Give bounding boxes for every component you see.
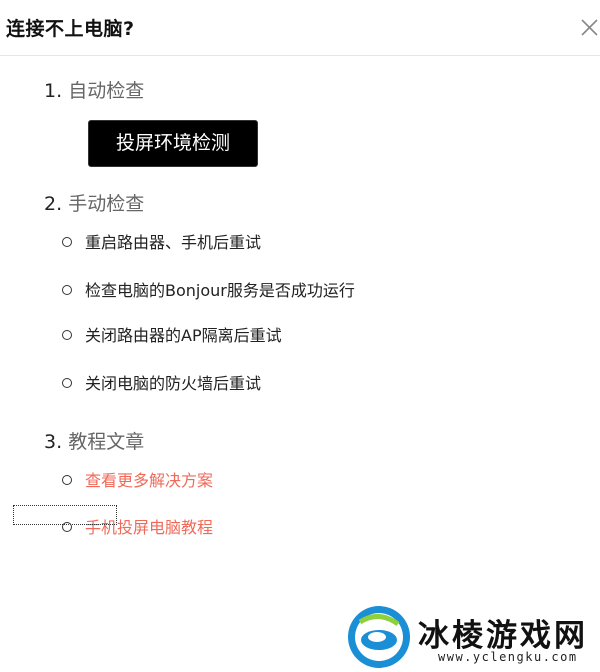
bullet-circle-icon (62, 330, 72, 340)
bullet-circle-icon (62, 285, 72, 295)
focus-outline (13, 505, 117, 525)
connection-help-dialog: 连接不上电脑? 1. 自动检查 投屏环境检测 2. 手动检查 重启路由器、手机后… (0, 0, 600, 672)
bullet-circle-icon (62, 475, 72, 485)
list-item-text: 关闭路由器的AP隔离后重试 (85, 326, 282, 345)
section-label: 自动检查 (68, 80, 145, 102)
section-number: 1. (44, 80, 63, 102)
section-manual-check-title: 2. 手动检查 (44, 189, 144, 216)
list-item-text: 重启路由器、手机后重试 (85, 233, 262, 252)
dialog-header: 连接不上电脑? (0, 0, 600, 56)
list-item-text: 关闭电脑的防火墙后重试 (85, 374, 262, 393)
section-label: 教程文章 (68, 431, 145, 453)
ice-logo-icon (348, 606, 410, 668)
watermark-url: www.yclengku.com (438, 650, 578, 664)
bullet-circle-icon (62, 237, 72, 247)
section-number: 2. (44, 193, 63, 215)
section-label: 手动检查 (68, 193, 145, 215)
list-item-text: 检查电脑的Bonjour服务是否成功运行 (85, 281, 355, 300)
environment-check-button[interactable]: 投屏环境检测 (88, 120, 258, 167)
section-tutorial-title: 3. 教程文章 (44, 427, 144, 454)
watermark: 冰棱游戏网 www.yclengku.com (346, 604, 596, 670)
more-solutions-link[interactable]: 查看更多解决方案 (85, 470, 213, 492)
watermark-name: 冰棱游戏网 (418, 618, 588, 654)
bullet-circle-icon (62, 378, 72, 388)
section-auto-check-title: 1. 自动检查 (44, 76, 144, 103)
close-icon[interactable] (578, 16, 600, 38)
dialog-title: 连接不上电脑? (6, 18, 135, 40)
section-number: 3. (44, 431, 63, 453)
